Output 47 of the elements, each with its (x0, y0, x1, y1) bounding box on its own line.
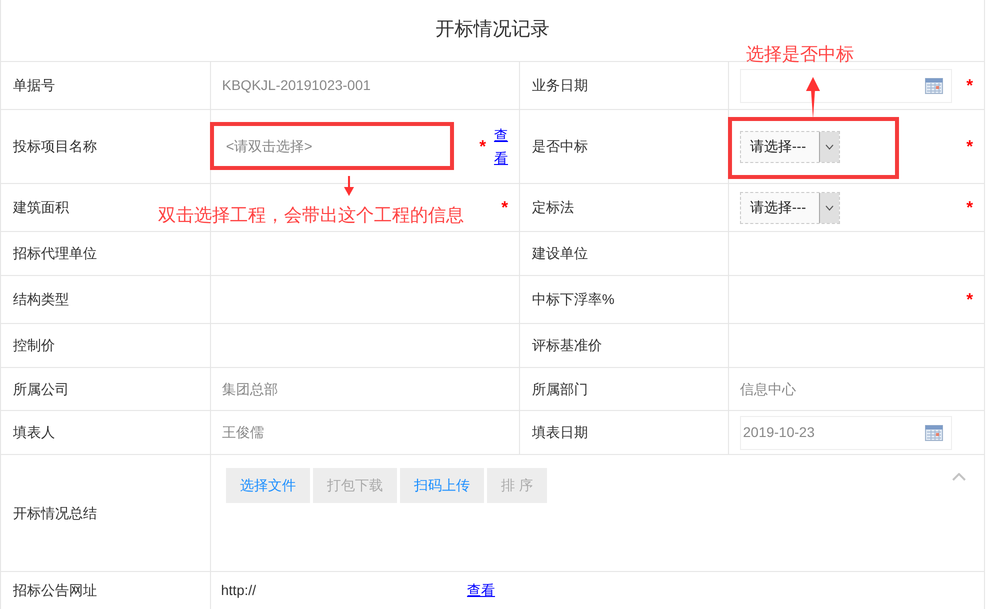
required-mark: * (966, 77, 973, 94)
field-label: 投标项目名称 (13, 137, 97, 156)
field-value: 王俊儒 (222, 423, 264, 442)
field-label: 单据号 (13, 76, 55, 95)
field-label: 建筑面积 (13, 198, 69, 217)
calendar-icon[interactable] (925, 78, 943, 94)
field-label: 招标公告网址 (13, 581, 97, 600)
field-label: 中标下浮率% (532, 290, 614, 309)
annotation-text: 双击选择工程，会带出这个工程的信息 (158, 204, 464, 227)
field-label: 所属公司 (13, 380, 69, 398)
field-label: 结构类型 (13, 290, 69, 309)
date-field[interactable]: 2019-10-23 (740, 416, 952, 450)
field-label: 控制价 (13, 336, 55, 355)
collapse-caret-icon[interactable] (952, 473, 966, 481)
dropdown[interactable]: 请选择--- (740, 192, 840, 224)
lookup-field[interactable]: <请双击选择> (222, 134, 442, 158)
field-label: 填表日期 (532, 423, 588, 442)
chevron-down-icon (825, 144, 834, 150)
field-label: 招标代理单位 (13, 244, 97, 263)
field-label: 填表人 (13, 423, 55, 442)
toolbar-button[interactable]: 选择文件 (226, 468, 310, 503)
chevron-down-icon (825, 204, 834, 210)
toolbar-button[interactable]: 扫码上传 (400, 468, 484, 503)
field-label: 所属部门 (532, 380, 588, 398)
required-mark: * (966, 199, 973, 216)
field-label: 业务日期 (532, 76, 588, 95)
view-link[interactable]: 查看 (467, 580, 495, 601)
field-value: 集团总部 (222, 380, 278, 398)
form-title: 开标情况记录 (436, 18, 550, 42)
dropdown[interactable]: 请选择--- (740, 130, 840, 162)
required-mark: * (501, 199, 508, 216)
field-label: 评标基准价 (532, 336, 602, 355)
field-label: 开标情况总结 (13, 504, 97, 522)
url-value: http:// (221, 581, 258, 600)
down-arrow-icon (344, 176, 354, 196)
up-arrow-icon (806, 76, 820, 118)
required-mark: * (479, 138, 486, 155)
field-value: 信息中心 (740, 380, 796, 398)
field-value: KBQKJL-20191023-001 (222, 76, 371, 95)
annotation-text: 选择是否中标 (746, 42, 854, 66)
required-mark: * (966, 138, 973, 155)
calendar-icon[interactable] (925, 424, 943, 440)
field-label: 定标法 (532, 198, 574, 217)
view-link[interactable]: 查看 (494, 124, 508, 169)
required-mark: * (966, 291, 973, 308)
field-label: 建设单位 (532, 244, 588, 263)
field-label: 是否中标 (532, 137, 588, 156)
